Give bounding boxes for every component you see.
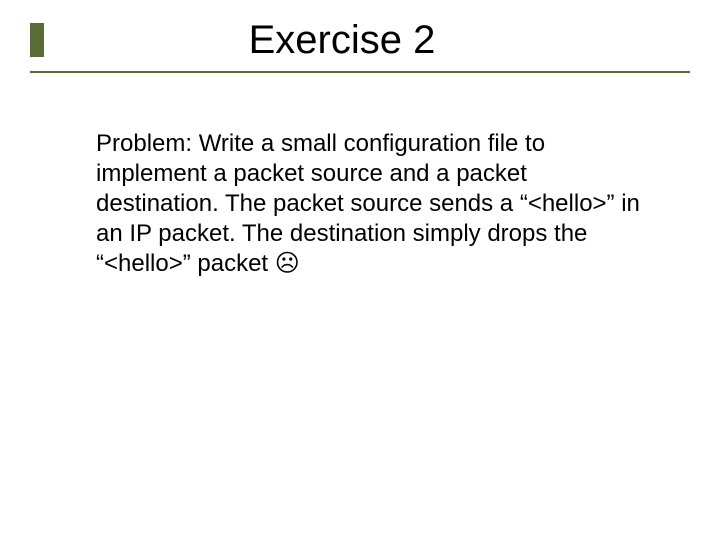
slide-body: Problem: Write a small configuration fil… [0,73,720,279]
title-row: Exercise 2 [0,18,720,63]
body-paragraph: Problem: Write a small configuration fil… [96,129,650,279]
slide: Exercise 2 Problem: Write a small config… [0,0,720,540]
slide-title: Exercise 2 [22,18,662,63]
